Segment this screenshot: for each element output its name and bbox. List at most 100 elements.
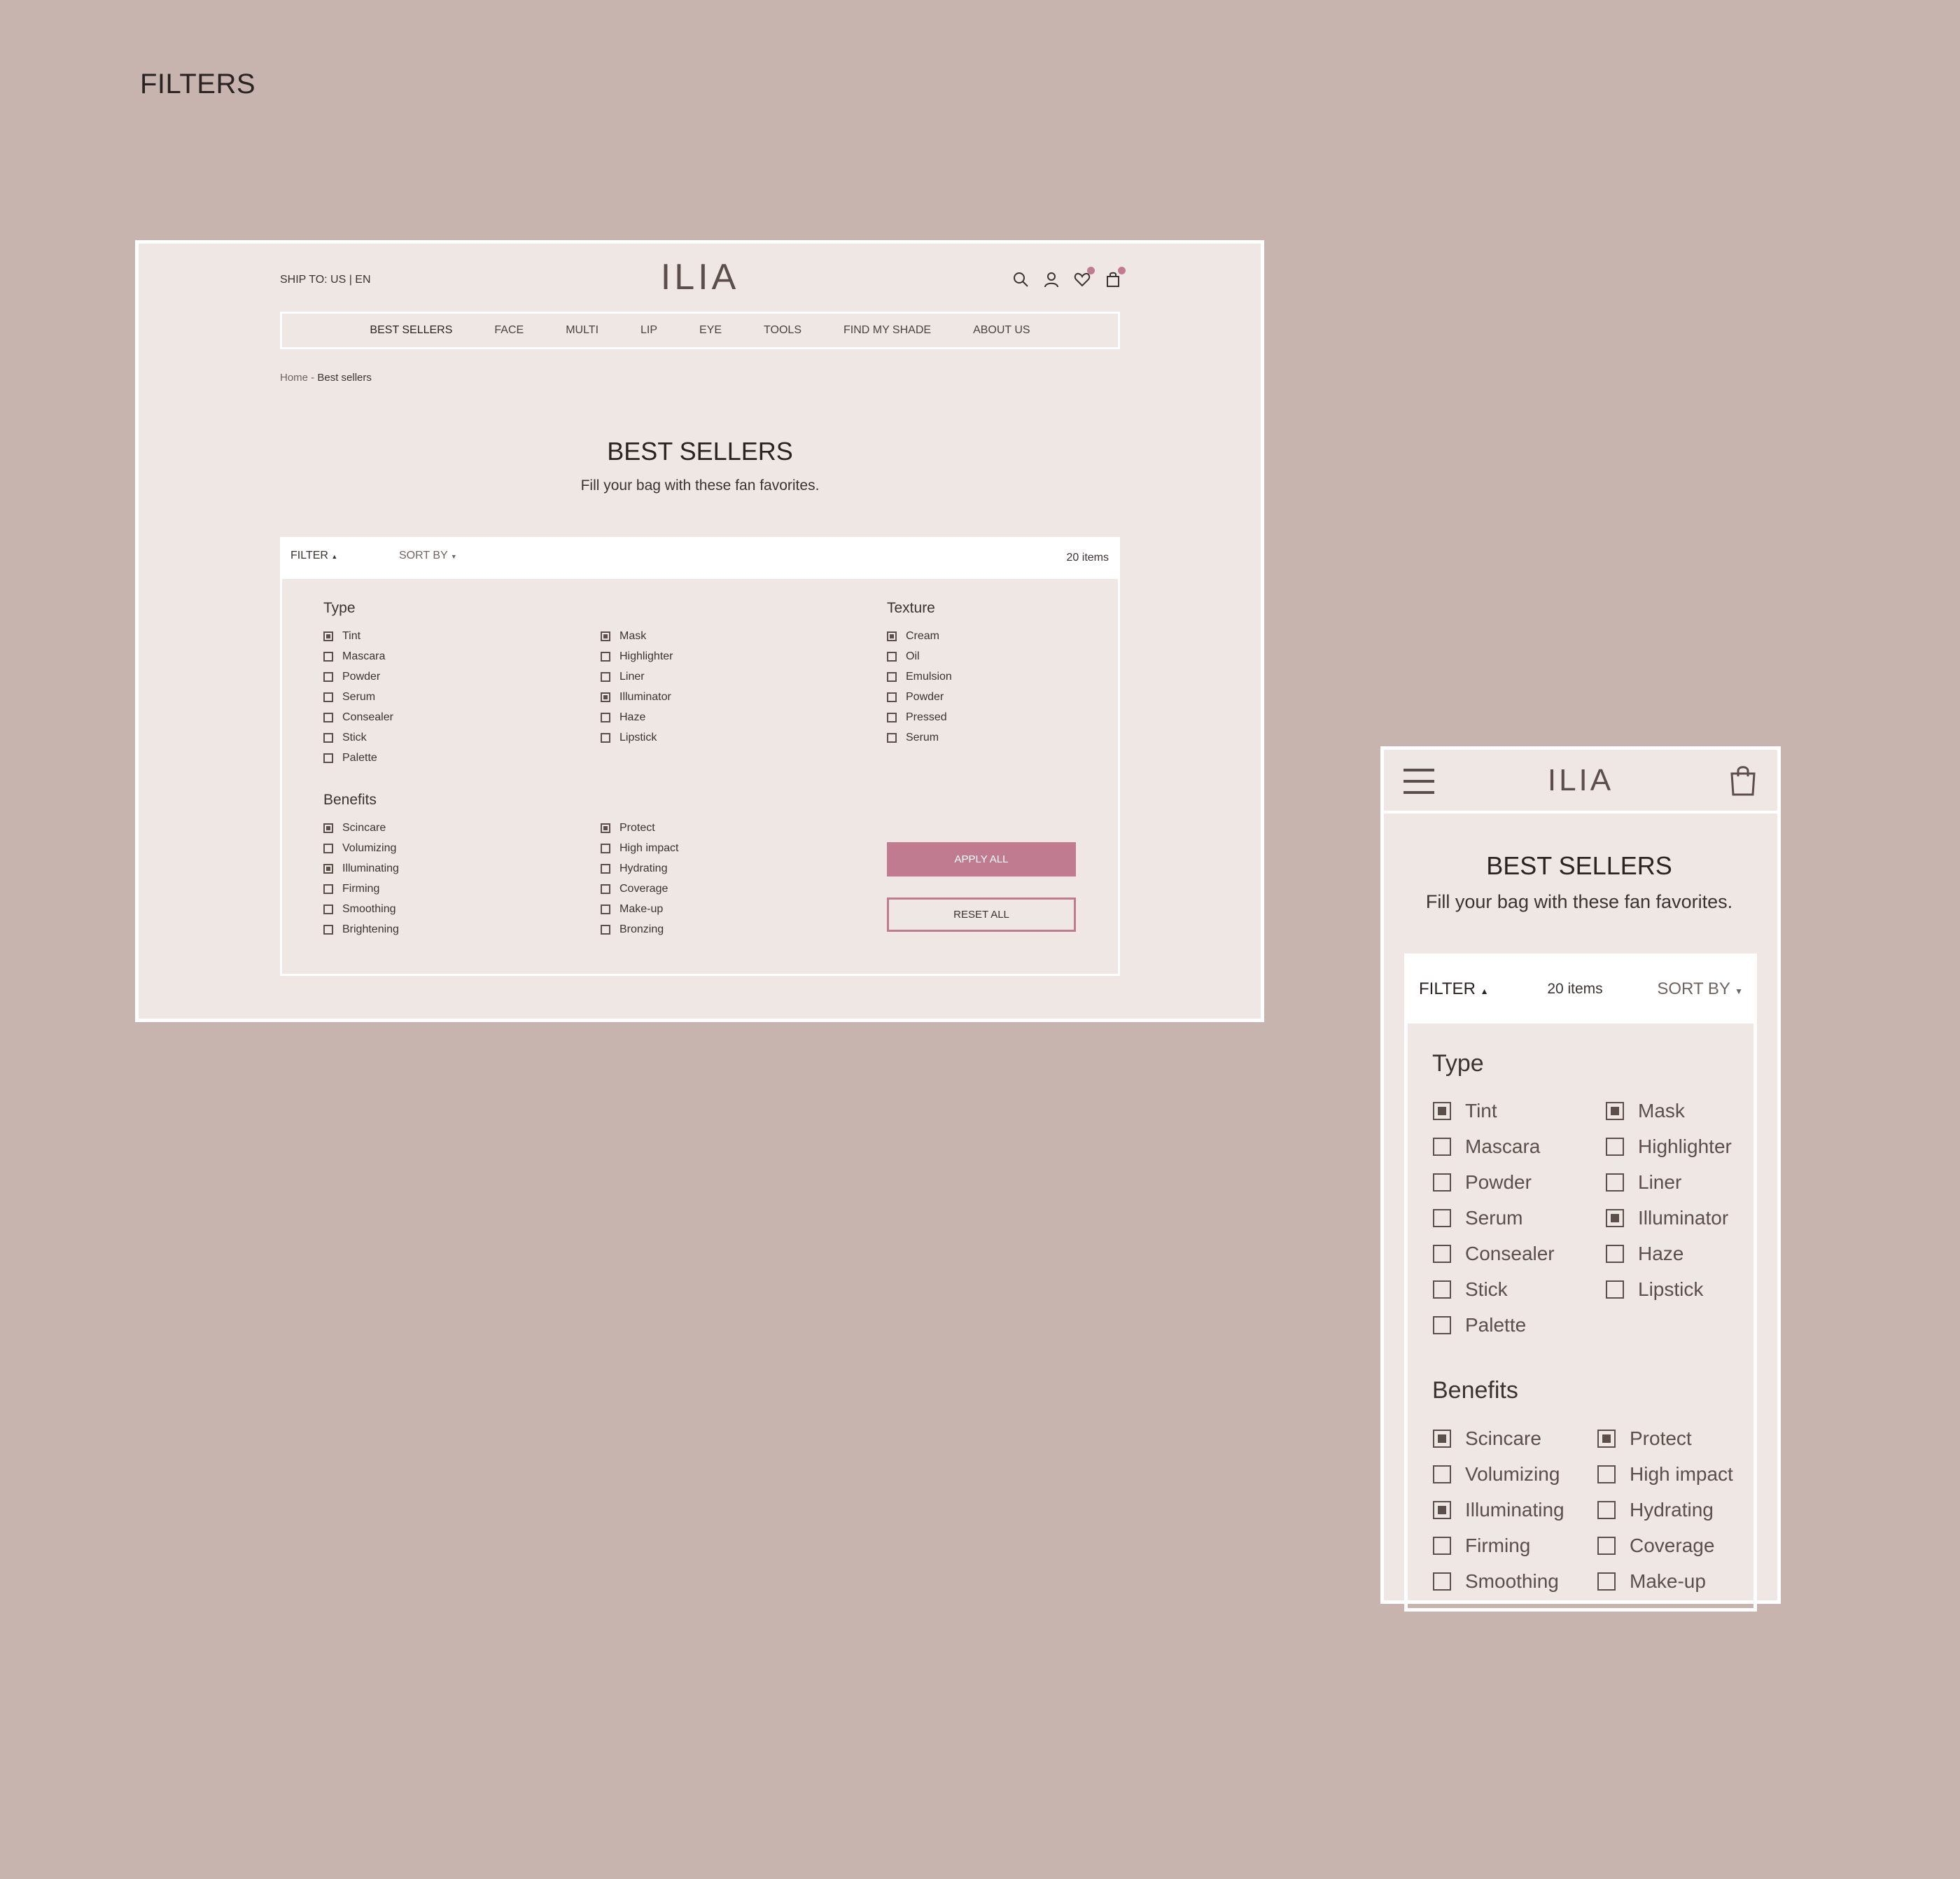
filter-option[interactable]: Cream — [887, 626, 952, 646]
checkbox-unchecked[interactable] — [1606, 1280, 1624, 1299]
nav-eye[interactable]: EYE — [678, 324, 743, 337]
checkbox-unchecked[interactable] — [323, 753, 333, 763]
filter-option[interactable]: Illuminator — [1606, 1200, 1732, 1236]
filter-option[interactable]: Lipstick — [1606, 1271, 1732, 1307]
filter-option[interactable]: Volumizing — [1433, 1456, 1564, 1492]
filter-option[interactable]: High impact — [601, 838, 678, 858]
filter-option[interactable]: Oil — [887, 646, 952, 666]
reset-all-button[interactable]: RESET ALL — [887, 897, 1076, 932]
mobile-sort-dropdown[interactable]: SORT BY ▼ — [1631, 979, 1743, 999]
filter-option[interactable]: Pressed — [887, 707, 952, 727]
filter-option[interactable]: Palette — [323, 748, 393, 768]
checkbox-unchecked[interactable] — [323, 843, 333, 853]
filter-option[interactable]: Powder — [1433, 1164, 1555, 1200]
filter-option[interactable]: Serum — [323, 687, 393, 707]
checkbox-checked[interactable] — [323, 863, 333, 874]
checkbox-checked[interactable] — [1433, 1429, 1451, 1448]
checkbox-checked[interactable] — [1606, 1101, 1624, 1120]
bag-icon[interactable] — [1729, 765, 1757, 796]
filter-option[interactable]: Scincare — [323, 818, 399, 838]
filter-option[interactable]: Hydrating — [1597, 1492, 1733, 1528]
filter-option[interactable]: Mascara — [1433, 1129, 1555, 1164]
filter-option[interactable]: Haze — [1606, 1236, 1732, 1271]
checkbox-checked[interactable] — [1597, 1429, 1616, 1448]
filter-option[interactable]: Emulsion — [887, 666, 952, 687]
filter-option[interactable]: Make-up — [1597, 1563, 1733, 1599]
checkbox-unchecked[interactable] — [601, 732, 610, 743]
checkbox-unchecked[interactable] — [1433, 1137, 1451, 1156]
checkbox-unchecked[interactable] — [1433, 1208, 1451, 1227]
filter-option[interactable]: Consealer — [323, 707, 393, 727]
ship-to-selector[interactable]: SHIP TO: US | EN — [280, 274, 371, 286]
checkbox-unchecked[interactable] — [323, 692, 333, 702]
mobile-brand-logo[interactable]: ILIA — [1511, 763, 1651, 798]
filter-option[interactable]: Palette — [1433, 1307, 1555, 1343]
filter-option[interactable]: Smoothing — [323, 899, 399, 919]
filter-option[interactable]: Consealer — [1433, 1236, 1555, 1271]
checkbox-unchecked[interactable] — [1597, 1500, 1616, 1519]
filter-option[interactable]: Highlighter — [1606, 1129, 1732, 1164]
nav-best-sellers[interactable]: BEST SELLERS — [349, 324, 473, 337]
checkbox-unchecked[interactable] — [1606, 1137, 1624, 1156]
filter-option[interactable]: Bronzing — [601, 919, 678, 940]
checkbox-unchecked[interactable] — [323, 883, 333, 894]
checkbox-checked[interactable] — [601, 631, 610, 641]
checkbox-unchecked[interactable] — [887, 732, 897, 743]
checkbox-unchecked[interactable] — [887, 692, 897, 702]
filter-option[interactable]: High impact — [1597, 1456, 1733, 1492]
filter-option[interactable]: Tint — [1433, 1093, 1555, 1129]
checkbox-unchecked[interactable] — [323, 671, 333, 682]
checkbox-unchecked[interactable] — [1433, 1280, 1451, 1299]
mobile-filter-toggle[interactable]: FILTER ▲ — [1419, 979, 1488, 999]
filter-option[interactable]: Firming — [323, 879, 399, 899]
heart-icon[interactable] — [1074, 267, 1095, 288]
sort-dropdown[interactable]: SORT BY ▼ — [399, 550, 457, 562]
checkbox-unchecked[interactable] — [1606, 1244, 1624, 1263]
filter-option[interactable]: Highlighter — [601, 646, 673, 666]
filter-option[interactable]: Stick — [1433, 1271, 1555, 1307]
filter-option[interactable]: Illuminating — [323, 858, 399, 879]
checkbox-unchecked[interactable] — [887, 712, 897, 722]
filter-option[interactable]: Liner — [1606, 1164, 1732, 1200]
checkbox-unchecked[interactable] — [601, 924, 610, 935]
apply-all-button[interactable]: APPLY ALL — [887, 842, 1076, 876]
filter-option[interactable]: Mask — [1606, 1093, 1732, 1129]
checkbox-unchecked[interactable] — [601, 712, 610, 722]
checkbox-unchecked[interactable] — [323, 904, 333, 914]
filter-option[interactable]: Hydrating — [601, 858, 678, 879]
user-icon[interactable] — [1043, 271, 1060, 288]
filter-toggle[interactable]: FILTER ▲ — [290, 550, 337, 562]
checkbox-unchecked[interactable] — [1597, 1572, 1616, 1591]
checkbox-checked[interactable] — [323, 631, 333, 641]
filter-option[interactable]: Protect — [1597, 1420, 1733, 1456]
bag-icon[interactable] — [1105, 267, 1126, 288]
nav-find-my-shade[interactable]: FIND MY SHADE — [822, 324, 952, 337]
checkbox-unchecked[interactable] — [1433, 1536, 1451, 1555]
filter-option[interactable]: Lipstick — [601, 727, 673, 748]
filter-option[interactable]: Serum — [887, 727, 952, 748]
checkbox-unchecked[interactable] — [1433, 1315, 1451, 1334]
search-icon[interactable] — [1012, 271, 1029, 288]
checkbox-checked[interactable] — [601, 823, 610, 833]
checkbox-unchecked[interactable] — [601, 863, 610, 874]
filter-option[interactable]: Illuminator — [601, 687, 673, 707]
brand-logo[interactable]: ILIA — [630, 256, 770, 298]
checkbox-unchecked[interactable] — [323, 651, 333, 662]
checkbox-unchecked[interactable] — [1433, 1173, 1451, 1192]
checkbox-unchecked[interactable] — [323, 712, 333, 722]
checkbox-checked[interactable] — [601, 692, 610, 702]
filter-option[interactable]: Powder — [887, 687, 952, 707]
filter-option[interactable]: Coverage — [601, 879, 678, 899]
filter-option[interactable]: Serum — [1433, 1200, 1555, 1236]
filter-option[interactable]: Powder — [323, 666, 393, 687]
nav-face[interactable]: FACE — [473, 324, 545, 337]
filter-option[interactable]: Stick — [323, 727, 393, 748]
filter-option[interactable]: Brightening — [323, 919, 399, 940]
filter-option[interactable]: Illuminating — [1433, 1492, 1564, 1528]
checkbox-checked[interactable] — [1433, 1500, 1451, 1519]
filter-option[interactable]: Make-up — [601, 899, 678, 919]
filter-option[interactable]: Protect — [601, 818, 678, 838]
nav-lip[interactable]: LIP — [620, 324, 678, 337]
checkbox-unchecked[interactable] — [887, 671, 897, 682]
checkbox-unchecked[interactable] — [323, 924, 333, 935]
